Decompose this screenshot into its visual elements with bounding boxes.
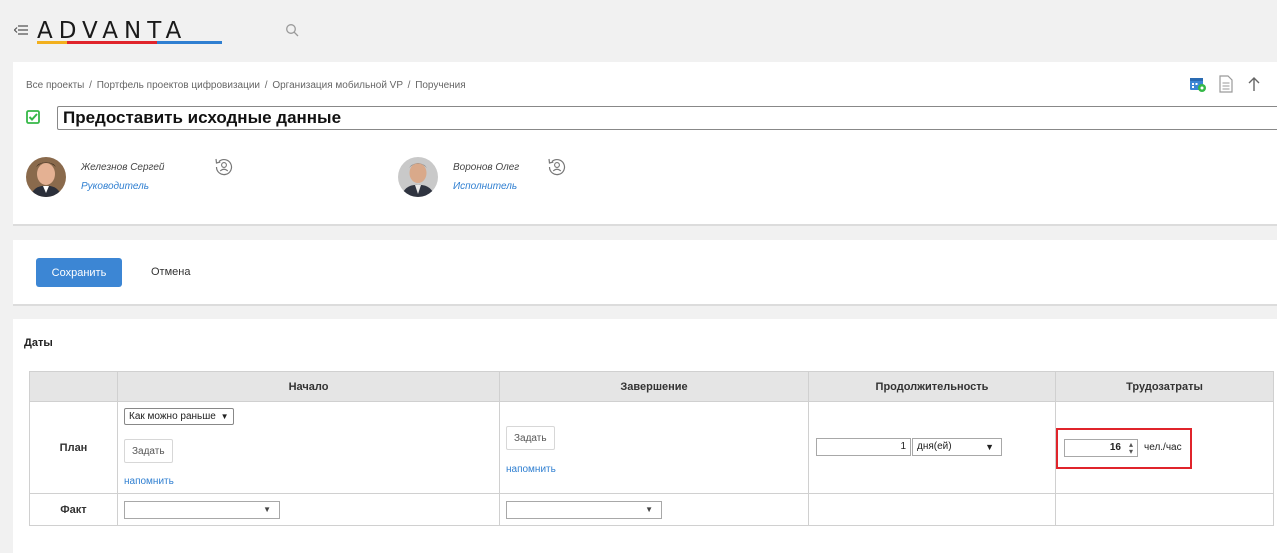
arrow-up-icon[interactable]	[1245, 75, 1263, 93]
set-start-button[interactable]: Задать	[124, 439, 173, 463]
avatar	[398, 157, 438, 197]
person-executor: Воронов Олег Исполнитель	[398, 157, 628, 201]
effort-input[interactable]: 16 ▴ ▾	[1064, 439, 1138, 457]
effort-value: 16	[1109, 442, 1121, 453]
calendar-settings-icon[interactable]	[1189, 75, 1207, 93]
breadcrumb: Все проекты / Портфель проектов цифровиз…	[26, 80, 466, 91]
row-label-plan: План	[29, 401, 118, 494]
plan-start-cell: Как можно раньше ▼ Задать напомнить	[117, 401, 500, 494]
column-header-end: Завершение	[499, 371, 809, 402]
menu-collapse-icon[interactable]	[14, 24, 28, 36]
duration-unit-value: дня(ей)	[917, 441, 952, 452]
table-header-empty	[29, 371, 118, 402]
person-manager: Железнов Сергей Руководитель	[26, 157, 256, 201]
spinner-icon[interactable]: ▴ ▾	[1129, 441, 1133, 456]
reassign-user-icon[interactable]	[213, 156, 235, 178]
search-icon[interactable]	[285, 23, 299, 37]
row-label-fact: Факт	[29, 493, 118, 526]
chevron-down-icon: ▼	[645, 505, 653, 514]
person-name: Железнов Сергей	[81, 162, 165, 173]
fact-duration-cell	[808, 493, 1056, 526]
table-row-plan: План Как можно раньше ▼ Задать напомнить…	[29, 401, 1274, 494]
dates-table: Начало Завершение Продолжительность Труд…	[29, 371, 1274, 526]
fact-effort-cell	[1055, 493, 1274, 526]
chevron-down-icon: ▼	[985, 442, 994, 452]
person-role-link[interactable]: Исполнитель	[453, 181, 517, 192]
breadcrumb-item[interactable]: Портфель проектов цифровизации	[97, 80, 260, 91]
breadcrumb-separator: /	[407, 80, 411, 91]
remind-end-link[interactable]: напомнить	[506, 464, 556, 475]
column-header-start: Начало	[117, 371, 500, 402]
header-toolbar	[1189, 75, 1263, 93]
table-header-row: Начало Завершение Продолжительность Труд…	[29, 371, 1274, 402]
table-row-fact: Факт ▼ ▼	[29, 493, 1274, 526]
task-title-input[interactable]: Предоставить исходные данные	[57, 106, 1277, 130]
cancel-button[interactable]: Отмена	[151, 266, 190, 278]
breadcrumb-separator: /	[264, 80, 268, 91]
fact-end-cell: ▼	[499, 493, 809, 526]
plan-effort-cell: 16 ▴ ▾ чел./час	[1055, 401, 1274, 494]
set-end-button[interactable]: Задать	[506, 426, 555, 450]
fact-end-date-combo[interactable]: ▼	[506, 501, 662, 519]
plan-duration-cell: 1 дня(ей) ▼	[808, 401, 1056, 494]
breadcrumb-item[interactable]: Организация мобильной VP	[272, 80, 403, 91]
chevron-down-icon: ▼	[220, 412, 229, 421]
save-button[interactable]: Сохранить	[36, 258, 122, 287]
column-header-effort: Трудозатраты	[1055, 371, 1274, 402]
duration-unit-select[interactable]: дня(ей) ▼	[912, 438, 1002, 456]
effort-unit: чел./час	[1144, 442, 1182, 453]
column-header-duration: Продолжительность	[808, 371, 1056, 402]
fact-start-date-combo[interactable]: ▼	[124, 501, 280, 519]
top-bar: ADVANTA	[0, 0, 1277, 58]
chevron-down-icon: ▼	[263, 505, 271, 514]
document-icon[interactable]	[1217, 75, 1235, 93]
logo-accent-stripe	[37, 41, 222, 44]
dates-card: Даты Начало Завершение Продолжительность…	[13, 319, 1277, 553]
reassign-user-icon[interactable]	[546, 156, 568, 178]
breadcrumb-item-current[interactable]: Поручения	[415, 80, 466, 91]
task-header-card: Все проекты / Портфель проектов цифровиз…	[13, 62, 1277, 226]
start-mode-value: Как можно раньше	[129, 411, 216, 422]
duration-input[interactable]: 1	[816, 438, 911, 456]
task-complete-checkbox-icon[interactable]	[26, 110, 40, 124]
fact-start-cell: ▼	[117, 493, 500, 526]
person-name: Воронов Олег	[453, 162, 520, 173]
remind-start-link[interactable]: напомнить	[124, 476, 174, 487]
plan-end-cell: Задать напомнить	[499, 401, 809, 494]
start-mode-select[interactable]: Как можно раньше ▼	[124, 408, 234, 425]
section-title: Даты	[24, 337, 53, 349]
breadcrumb-item[interactable]: Все проекты	[26, 80, 84, 91]
breadcrumb-separator: /	[89, 80, 92, 91]
person-role-link[interactable]: Руководитель	[81, 181, 149, 192]
form-actions-card: Сохранить Отмена	[13, 240, 1277, 306]
avatar	[26, 157, 66, 197]
